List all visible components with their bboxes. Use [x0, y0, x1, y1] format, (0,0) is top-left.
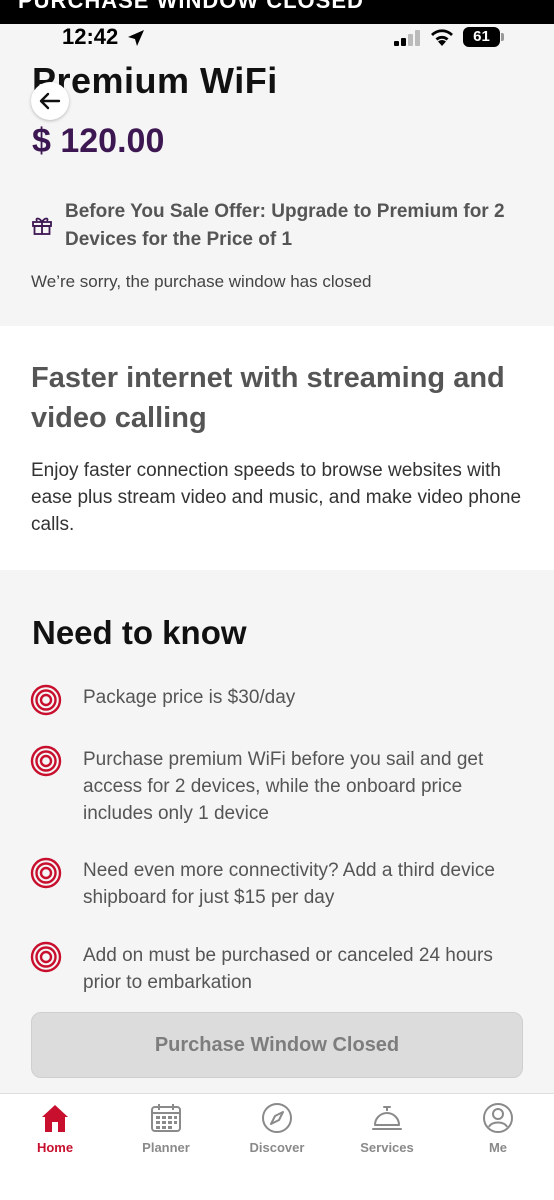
description-section: Faster internet with streaming and video… [0, 326, 554, 570]
tab-label: Services [360, 1140, 414, 1155]
target-bullet-icon [30, 684, 62, 716]
tab-services[interactable]: Services [332, 1102, 442, 1162]
purchase-button[interactable]: Purchase Window Closed [31, 1012, 523, 1078]
battery-level: 61 [473, 28, 490, 45]
tab-label: Me [488, 1140, 508, 1155]
target-bullet-icon [30, 745, 62, 777]
arrow-left-icon [39, 92, 61, 110]
need-to-know-section: Need to know Package price is $30/day Pu… [0, 570, 554, 995]
profile-icon [483, 1103, 513, 1133]
banner-text: PURCHASE WINDOW CLOSED [18, 0, 364, 13]
battery-indicator: 61 [463, 27, 505, 47]
list-item-text: Need even more connectivity? Add a third… [83, 860, 495, 908]
cellular-signal-icon [394, 30, 420, 46]
purchase-closed-message: We’re sorry, the purchase window has clo… [31, 272, 372, 291]
gift-icon [32, 217, 52, 235]
tab-bar: Home Planner Discover Services Me [0, 1093, 554, 1200]
tab-discover[interactable]: Discover [222, 1102, 332, 1162]
service-bell-icon [372, 1106, 402, 1130]
offer-text: Before You Sale Offer: Upgrade to Premiu… [65, 201, 505, 250]
product-header: Premium WiFi $ 120.00 Before You Sale Of… [0, 54, 554, 326]
status-bar: 12:42 61 [0, 24, 554, 54]
tab-label: Home [36, 1140, 74, 1155]
description-heading: Faster internet with streaming and video… [31, 362, 505, 434]
target-bullet-icon [30, 941, 62, 973]
list-item-text: Add on must be purchased or canceled 24 … [83, 945, 493, 993]
need-to-know-heading: Need to know [32, 614, 247, 651]
purchase-footer: Purchase Window Closed [0, 995, 554, 1093]
tab-home[interactable]: Home [0, 1102, 110, 1162]
tab-me[interactable]: Me [443, 1102, 553, 1162]
home-icon [42, 1105, 68, 1132]
purchase-closed-banner: PURCHASE WINDOW CLOSED [0, 0, 554, 24]
tab-planner[interactable]: Planner [111, 1102, 221, 1162]
compass-icon [262, 1103, 292, 1133]
tab-label: Planner [142, 1140, 190, 1155]
back-button[interactable] [31, 82, 69, 120]
list-item-text: Purchase premium WiFi before you sail an… [83, 749, 484, 824]
page-title: Premium WiFi [32, 60, 278, 101]
status-time: 12:42 [62, 24, 119, 49]
tab-label: Discover [249, 1140, 305, 1155]
list-item-text: Package price is $30/day [83, 687, 296, 708]
calendar-icon [151, 1104, 181, 1132]
location-arrow-icon [128, 30, 144, 46]
wifi-icon [431, 29, 453, 46]
product-price: $ 120.00 [32, 122, 165, 160]
target-bullet-icon [30, 857, 62, 889]
description-body: Enjoy faster connection speeds to browse… [31, 460, 522, 535]
